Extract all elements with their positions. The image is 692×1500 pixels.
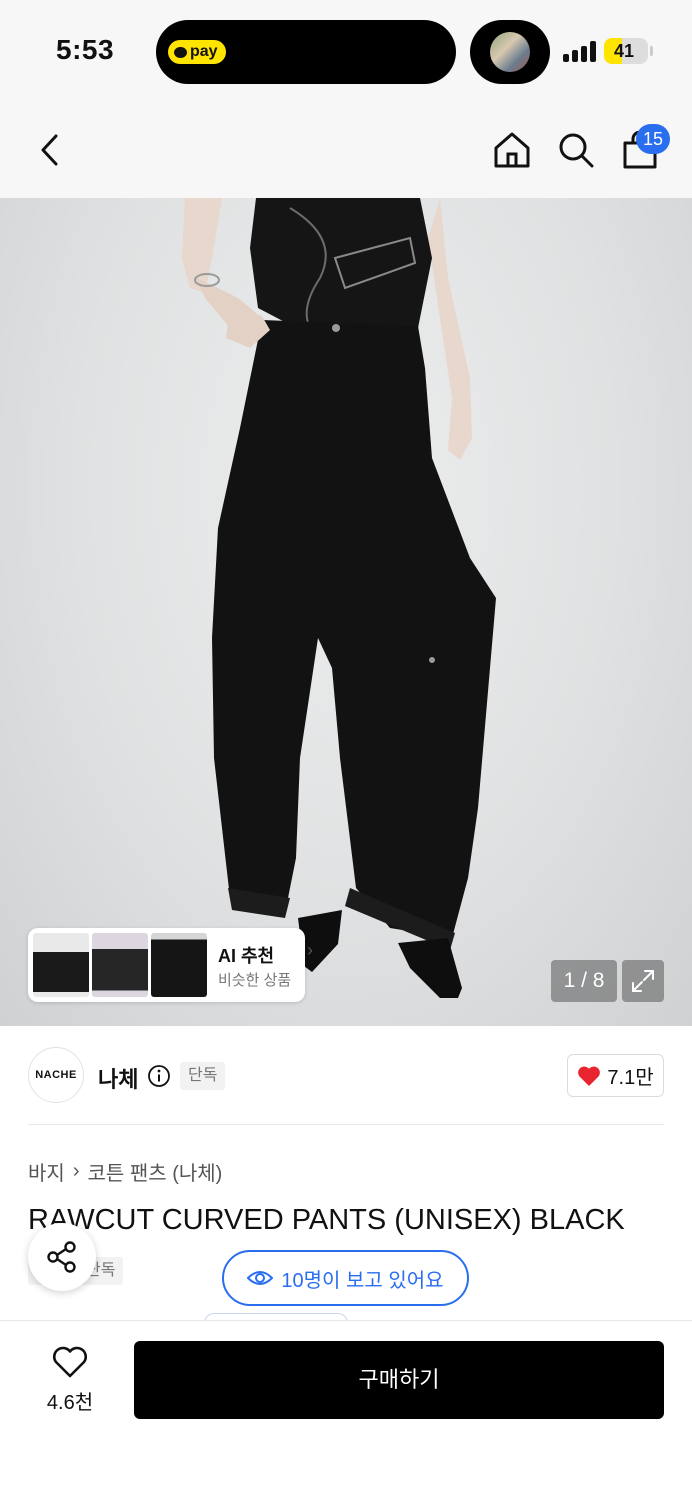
battery-icon: 41 xyxy=(604,38,648,64)
heart-filled-icon xyxy=(578,1066,601,1086)
live-activity-thumbnail xyxy=(490,32,530,72)
heart-outline-icon xyxy=(53,1346,87,1378)
clock: 5:53 xyxy=(56,34,115,65)
home-icon xyxy=(494,132,530,168)
product-photo xyxy=(182,198,496,998)
pay-label: pay xyxy=(190,43,218,60)
live-viewers-pill: 10명이 보고 있어요 xyxy=(222,1250,469,1306)
expand-icon xyxy=(632,970,654,992)
ai-thumbnail-2[interactable] xyxy=(92,933,148,997)
breadcrumb-category[interactable]: 바지 xyxy=(28,1157,65,1186)
search-button[interactable] xyxy=(552,126,600,174)
share-button[interactable] xyxy=(28,1223,96,1291)
brand-logo[interactable]: NACHE xyxy=(28,1047,84,1103)
brand-name[interactable]: 나체 xyxy=(98,1062,138,1094)
breadcrumb: 바지 › 코튼 팬츠 (나체) xyxy=(28,1157,222,1186)
live-viewers-text: 10명이 보고 있어요 xyxy=(281,1269,444,1292)
eye-icon xyxy=(247,1271,274,1285)
buy-button[interactable]: 구매하기 xyxy=(134,1341,664,1419)
product-title: RAWCUT CURVED PANTS (UNISEX) BLACK xyxy=(28,1204,625,1236)
chevron-left-icon xyxy=(41,134,58,166)
chevron-right-icon: › xyxy=(307,940,313,960)
ai-thumbnail-3[interactable] xyxy=(151,933,207,997)
status-bar: 5:53 pay 41 xyxy=(0,0,692,102)
breadcrumb-subcategory[interactable]: 코튼 팬츠 (나체) xyxy=(87,1157,222,1186)
ai-thumbnail-1[interactable] xyxy=(33,933,89,997)
info-icon[interactable] xyxy=(147,1064,171,1088)
brand-like-count: 7.1만 xyxy=(607,1067,654,1089)
share-icon xyxy=(47,1241,76,1273)
ai-recommend-subtitle: 비슷한 상품 xyxy=(218,972,292,989)
search-icon xyxy=(559,133,594,168)
back-button[interactable] xyxy=(26,126,74,174)
image-counter: 1 / 8 xyxy=(551,960,617,1002)
divider xyxy=(28,1124,664,1125)
cellular-signal-icon xyxy=(563,40,597,62)
battery-percent: 41 xyxy=(613,41,635,61)
exclusive-badge: 단독 xyxy=(180,1062,226,1090)
brand-like-button[interactable]: 7.1만 xyxy=(567,1054,664,1097)
app-header xyxy=(0,102,692,198)
ai-recommendation-card[interactable]: AI 추천 › 비슷한 상품 xyxy=(28,928,313,1002)
live-activity xyxy=(470,20,550,84)
cart-count-badge: 15 xyxy=(636,124,670,154)
wishlist-button[interactable]: 4.6천 xyxy=(28,1340,112,1420)
dynamic-island: pay xyxy=(156,20,456,84)
chat-bubble-icon xyxy=(174,46,187,58)
kakao-pay-indicator: pay xyxy=(168,40,226,64)
fullscreen-button[interactable] xyxy=(622,960,664,1002)
home-button[interactable] xyxy=(488,126,536,174)
product-image[interactable] xyxy=(0,198,692,1026)
battery-cap xyxy=(650,46,653,56)
ai-recommend-title: AI 추천 xyxy=(218,946,275,966)
wishlist-count: 4.6천 xyxy=(46,1392,94,1414)
breadcrumb-separator-icon: › xyxy=(72,1160,80,1182)
